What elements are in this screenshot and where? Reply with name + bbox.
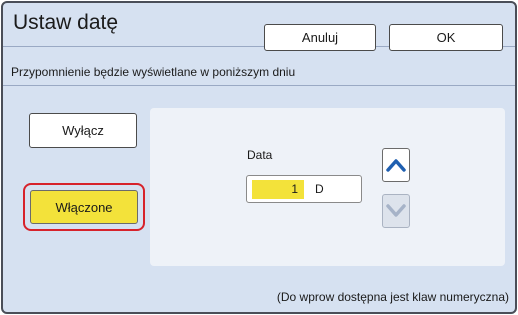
date-field[interactable]: 1 D [246, 175, 362, 203]
ok-button[interactable]: OK [389, 24, 503, 51]
chevron-up-icon [386, 159, 406, 172]
date-unit: D [315, 182, 324, 196]
subtitle-text: Przypomnienie będzie wyświetlane w poniż… [11, 65, 296, 79]
title-bar: Ustaw datę Anuluj OK [3, 3, 515, 51]
date-value: 1 [252, 180, 304, 199]
on-button-highlight: Włączone [23, 183, 145, 231]
date-settings-screen: Ustaw datę Anuluj OK Przypomnienie będzi… [1, 1, 517, 314]
subtitle-bar: Przypomnienie będzie wyświetlane w poniż… [3, 59, 515, 86]
date-label: Data [247, 148, 273, 162]
date-panel: Data 1 D [150, 108, 505, 266]
decrement-button[interactable] [382, 194, 410, 228]
footer-hint: (Do wprow dostępna jest klaw numeryczna) [276, 290, 509, 304]
increment-button[interactable] [382, 148, 410, 182]
page-title: Ustaw datę [13, 11, 119, 34]
off-button[interactable]: Wyłącz [29, 113, 137, 148]
on-button[interactable]: Włączone [30, 190, 138, 224]
chevron-down-icon [386, 204, 406, 217]
cancel-button[interactable]: Anuluj [264, 24, 376, 51]
